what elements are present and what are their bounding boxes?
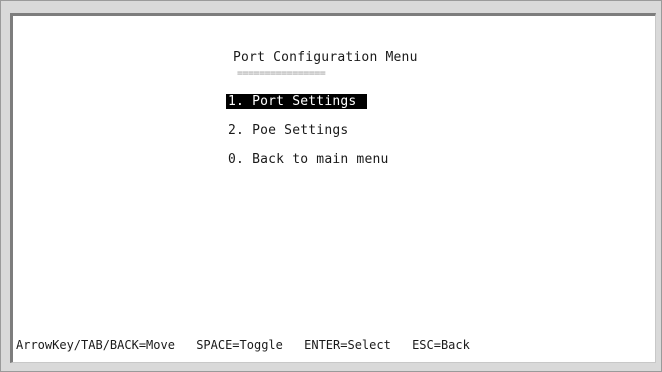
key-help-move: ArrowKey/TAB/BACK=Move <box>16 338 175 352</box>
terminal-window: Port Configuration Menu ================… <box>0 0 662 372</box>
key-help-toggle: SPACE=Toggle <box>196 338 283 352</box>
menu-title-underline: ================ <box>237 68 326 79</box>
text-cursor <box>357 105 366 107</box>
menu-item-poe-settings[interactable]: 2. Poe Settings <box>226 123 350 138</box>
menu-item-label: 2. Poe Settings <box>228 123 349 138</box>
terminal-screen: Port Configuration Menu ================… <box>10 13 656 363</box>
menu-item-label: 0. Back to main menu <box>228 152 389 167</box>
menu-item-back-to-main[interactable]: 0. Back to main menu <box>226 152 391 167</box>
key-help-back: ESC=Back <box>412 338 470 352</box>
menu-item-port-settings[interactable]: 1. Port Settings <box>226 94 368 109</box>
key-help-bar: ArrowKey/TAB/BACK=Move SPACE=Toggle ENTE… <box>16 338 470 352</box>
menu-title: Port Configuration Menu <box>233 50 418 65</box>
key-help-select: ENTER=Select <box>304 338 391 352</box>
menu-item-label: 1. Port Settings <box>228 94 357 109</box>
